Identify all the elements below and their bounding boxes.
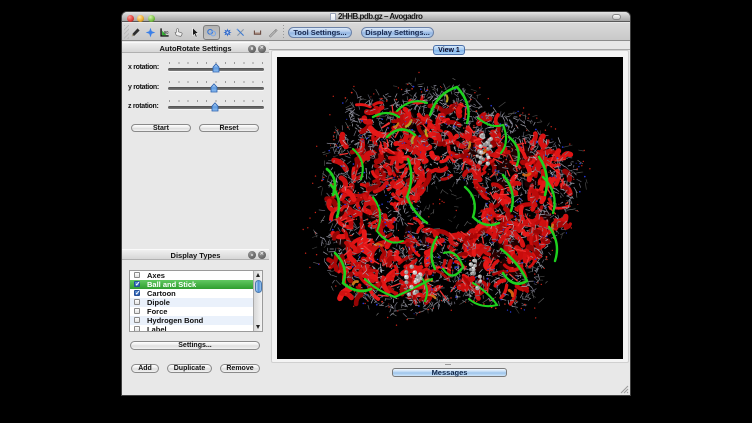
svg-text:90: 90 bbox=[163, 30, 168, 35]
